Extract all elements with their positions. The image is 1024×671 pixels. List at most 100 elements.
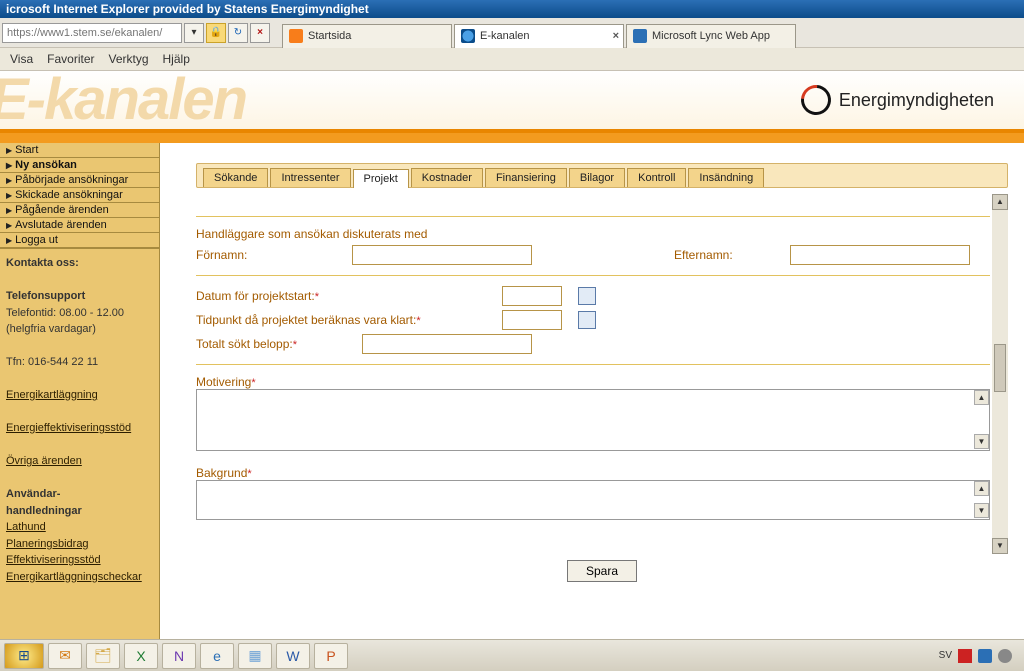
task-excel-icon[interactable]: X: [124, 643, 158, 669]
motivering-label: Motivering: [196, 375, 251, 389]
tab-kontroll[interactable]: Kontroll: [627, 168, 686, 187]
scroll-thumb[interactable]: [994, 344, 1006, 392]
browser-tab-startsida[interactable]: Startsida: [282, 24, 452, 48]
form-panel: ▲ ▼ Handläggare som ansökan diskuterats …: [196, 194, 1008, 554]
link-energikartlaggning[interactable]: Energikartläggning: [6, 389, 98, 401]
menu-verktyg[interactable]: Verktyg: [108, 52, 148, 66]
sidebar-item-label: Logga ut: [15, 234, 58, 246]
datum-start-label: Datum för projektstart:: [196, 289, 315, 303]
startsida-favicon-icon: [289, 29, 303, 43]
sidebar-item-label: Pågående ärenden: [15, 204, 109, 216]
agency-logo-text: Energimyndigheten: [839, 90, 994, 111]
sidebar-item-skickade[interactable]: Skickade ansökningar: [0, 188, 159, 203]
tray-lang[interactable]: SV: [939, 650, 952, 661]
phone-days: (helgfria vardagar): [6, 323, 96, 335]
link-energieffektiviseringsstod[interactable]: Energieffektiviseringsstöd: [6, 422, 131, 434]
phone-number: Tfn: 016-544 22 11: [6, 356, 98, 368]
section1-title: Handläggare som ansökan diskuterats med: [196, 227, 990, 241]
tab-projekt[interactable]: Projekt: [353, 169, 409, 188]
sidebar-item-pagaende[interactable]: Pågående ärenden: [0, 203, 159, 218]
sidebar-contact: Kontakta oss: Telefonsupport Telefontid:…: [0, 249, 159, 595]
sidebar-item-logga-ut[interactable]: Logga ut: [0, 233, 159, 248]
datum-klart-input[interactable]: [502, 310, 562, 330]
close-tab-icon[interactable]: ×: [613, 30, 619, 42]
tab-bilagor[interactable]: Bilagor: [569, 168, 625, 187]
refresh-button[interactable]: ↻: [228, 23, 248, 43]
lock-icon[interactable]: 🔒: [206, 23, 226, 43]
calendar-icon[interactable]: [578, 287, 596, 305]
task-outlook-icon[interactable]: ✉: [48, 643, 82, 669]
menu-visa[interactable]: Visa: [10, 52, 33, 66]
guides-heading-2: handledningar: [6, 503, 153, 520]
lync-favicon-icon: [633, 29, 647, 43]
panel-scrollbar[interactable]: ▲ ▼: [992, 194, 1008, 554]
fornamn-input[interactable]: [352, 245, 532, 265]
tray-shield-icon[interactable]: [978, 649, 992, 663]
phone-hours: Telefontid: 08.00 - 12.00: [6, 307, 124, 319]
motivering-textarea[interactable]: [196, 389, 990, 451]
section-divider: [196, 216, 990, 217]
section-divider: [196, 275, 990, 276]
sidebar-item-label: Start: [15, 144, 38, 156]
bakgrund-textarea[interactable]: [196, 480, 990, 520]
totalt-input[interactable]: [362, 334, 532, 354]
task-word-icon[interactable]: W: [276, 643, 310, 669]
task-unknown-icon[interactable]: ▦: [238, 643, 272, 669]
textarea-scroll-down-icon[interactable]: ▼: [974, 503, 989, 518]
guides-heading-1: Användar-: [6, 486, 153, 503]
scroll-down-button[interactable]: ▼: [992, 538, 1008, 554]
tab-insandning[interactable]: Insändning: [688, 168, 764, 187]
spara-button[interactable]: Spara: [567, 560, 637, 582]
address-bar[interactable]: [2, 23, 182, 43]
tray-flag-icon[interactable]: [958, 649, 972, 663]
efternamn-input[interactable]: [790, 245, 970, 265]
browser-tab-lync[interactable]: Microsoft Lync Web App: [626, 24, 796, 48]
tab-kostnader[interactable]: Kostnader: [411, 168, 483, 187]
task-ie-icon[interactable]: e: [200, 643, 234, 669]
link-ovriga-arenden[interactable]: Övriga ärenden: [6, 455, 82, 467]
system-tray: SV: [939, 649, 1020, 663]
calendar-icon[interactable]: [578, 311, 596, 329]
textarea-scroll-up-icon[interactable]: ▲: [974, 481, 989, 496]
tab-finansiering[interactable]: Finansiering: [485, 168, 567, 187]
browser-tab-ekanalen[interactable]: E-kanalen ×: [454, 24, 624, 48]
link-planeringsbidrag[interactable]: Planeringsbidrag: [6, 538, 89, 550]
sidebar-item-label: Ny ansökan: [15, 159, 77, 171]
totalt-label: Totalt sökt belopp:: [196, 337, 293, 351]
sidebar: Start Ny ansökan Påbörjade ansökningar S…: [0, 143, 160, 663]
sidebar-item-avslutade[interactable]: Avslutade ärenden: [0, 218, 159, 233]
menu-favoriter[interactable]: Favoriter: [47, 52, 94, 66]
sidebar-item-ny-ansokan[interactable]: Ny ansökan: [0, 158, 159, 173]
sidebar-item-paborjade[interactable]: Påbörjade ansökningar: [0, 173, 159, 188]
tab-intressenter[interactable]: Intressenter: [270, 168, 350, 187]
sidebar-item-start[interactable]: Start: [0, 143, 159, 158]
window-titlebar: icrosoft Internet Explorer provided by S…: [0, 0, 1024, 18]
browser-tab-label: E-kanalen: [480, 30, 530, 42]
form-tab-row: Sökande Intressenter Projekt Kostnader F…: [196, 163, 1008, 188]
history-dropdown-button[interactable]: ▾: [184, 23, 204, 43]
task-onenote-icon[interactable]: N: [162, 643, 196, 669]
task-explorer-icon[interactable]: 🗂: [86, 643, 120, 669]
datum-start-input[interactable]: [502, 286, 562, 306]
textarea-scroll-down-icon[interactable]: ▼: [974, 434, 989, 449]
efternamn-label: Efternamn:: [674, 248, 784, 262]
contact-heading: Kontakta oss:: [6, 255, 153, 272]
task-powerpoint-icon[interactable]: P: [314, 643, 348, 669]
stop-button[interactable]: ×: [250, 23, 270, 43]
browser-tab-label: Startsida: [308, 30, 351, 42]
page-banner: E-kanalen Energimyndigheten: [0, 71, 1024, 133]
section-divider: [196, 364, 990, 365]
sidebar-item-label: Avslutade ärenden: [15, 219, 107, 231]
datum-klart-label: Tidpunkt då projektet beräknas vara klar…: [196, 313, 416, 327]
tray-speaker-icon[interactable]: [998, 649, 1012, 663]
link-lathund[interactable]: Lathund: [6, 521, 46, 533]
textarea-scroll-up-icon[interactable]: ▲: [974, 390, 989, 405]
menu-hjalp[interactable]: Hjälp: [163, 52, 190, 66]
start-button[interactable]: ⊞: [4, 643, 44, 669]
tab-sokande[interactable]: Sökande: [203, 168, 268, 187]
link-energikartlaggningscheckar[interactable]: Energikartläggningscheckar: [6, 571, 142, 583]
link-effektiviseringsstod[interactable]: Effektiviseringsstöd: [6, 554, 101, 566]
scroll-up-button[interactable]: ▲: [992, 194, 1008, 210]
orange-divider: [0, 133, 1024, 143]
content-area: Sökande Intressenter Projekt Kostnader F…: [160, 143, 1024, 663]
